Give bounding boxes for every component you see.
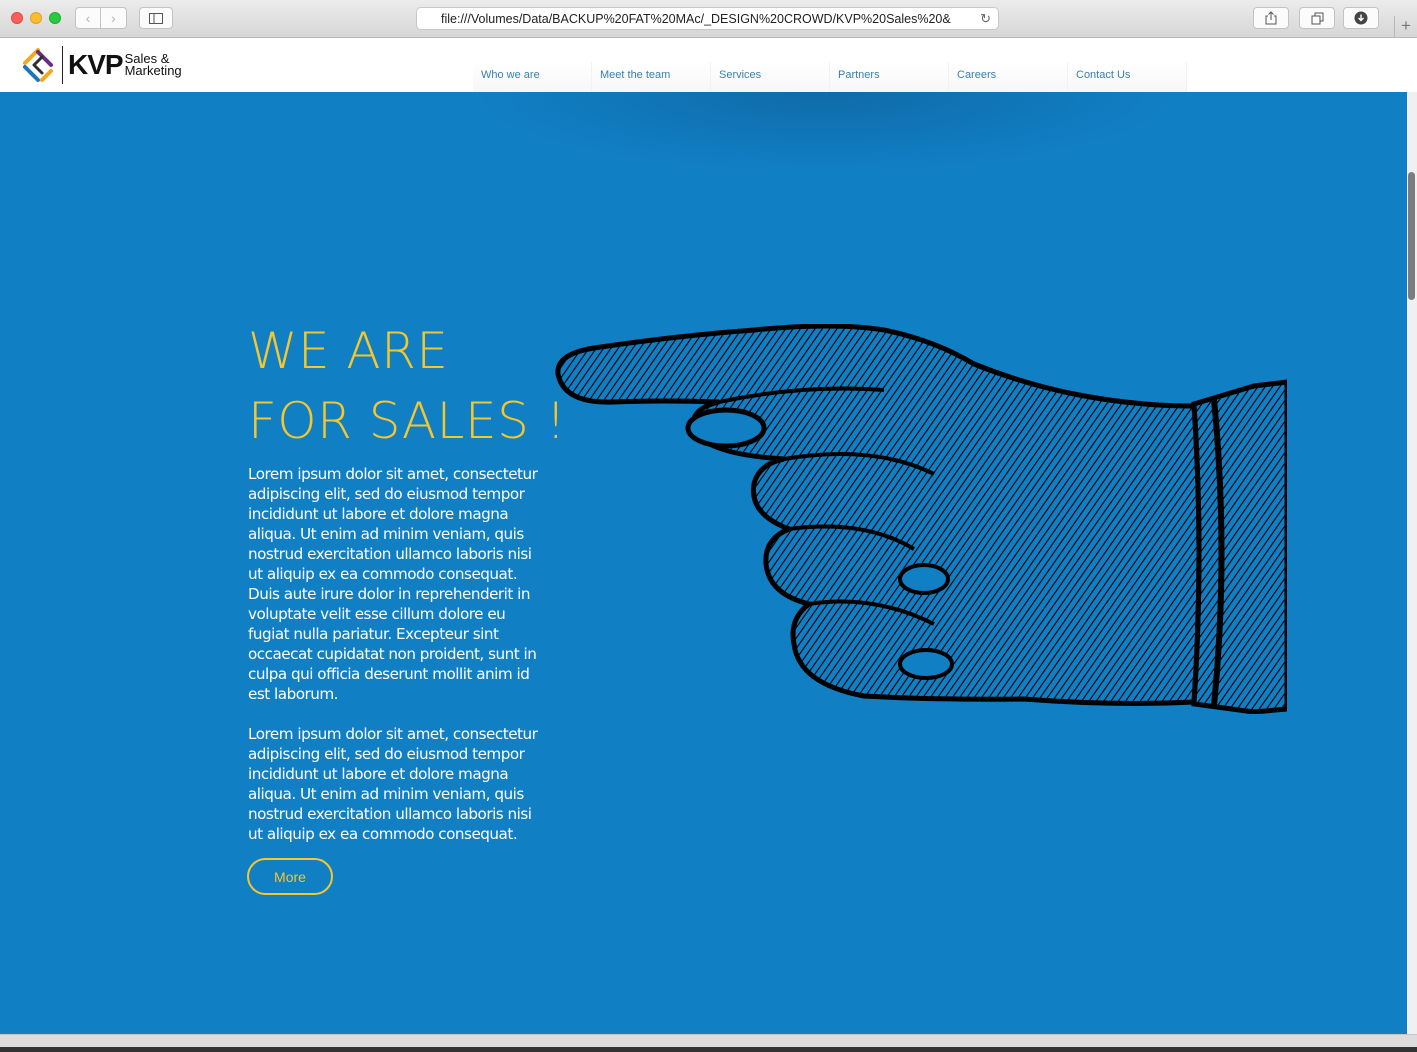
browser-toolbar: ‹ › file:///Volumes/Data/BACKUP%20FAT%20…	[0, 0, 1417, 38]
back-icon: ‹	[85, 10, 91, 26]
nav-who-we-are[interactable]: Who we are	[473, 62, 592, 92]
main-nav: Who we are Meet the team Services Partne…	[473, 62, 1187, 92]
back-button[interactable]: ‹	[75, 7, 101, 29]
zoom-window-button[interactable]	[49, 12, 61, 24]
download-icon	[1354, 11, 1368, 25]
url-text: file:///Volumes/Data/BACKUP%20FAT%20MAc/…	[441, 12, 951, 26]
headline-line2: FOR SALES !	[248, 392, 567, 450]
next-section-edge	[0, 1034, 1417, 1052]
new-tab-icon[interactable]: +	[1394, 16, 1417, 38]
headline-line1: WE ARE	[248, 322, 449, 380]
forward-icon: ›	[111, 10, 116, 26]
page-scrollbar[interactable]	[1407, 92, 1417, 1034]
logo-tagline: Sales & Marketing	[124, 52, 182, 78]
hero-headline: WE ARE FOR SALES !	[248, 316, 566, 456]
nav-shadow	[470, 92, 1180, 172]
logo-divider	[62, 46, 63, 84]
reload-icon[interactable]: ↻	[980, 11, 991, 27]
logo-diamond-icon	[23, 48, 53, 82]
share-icon	[1265, 11, 1277, 25]
sidebar-toggle-button[interactable]	[139, 7, 173, 29]
hero-paragraph-2: Lorem ipsum dolor sit amet, consectetur …	[248, 725, 538, 843]
more-button[interactable]: More	[247, 858, 333, 895]
tabs-icon	[1311, 12, 1323, 24]
minimize-window-button[interactable]	[30, 12, 42, 24]
close-window-button[interactable]	[11, 12, 23, 24]
address-bar[interactable]: file:///Volumes/Data/BACKUP%20FAT%20MAc/…	[416, 7, 999, 30]
share-button[interactable]	[1253, 7, 1289, 29]
site-header: KVP Sales & Marketing Who we are Meet th…	[0, 38, 1417, 92]
forward-button[interactable]: ›	[101, 7, 127, 29]
hero-section: WE ARE FOR SALES ! Lorem ipsum dolor sit…	[0, 92, 1407, 1034]
downloads-button[interactable]	[1343, 7, 1379, 29]
nav-services[interactable]: Services	[711, 62, 830, 92]
nav-meet-the-team[interactable]: Meet the team	[592, 62, 711, 92]
logo[interactable]: KVP Sales & Marketing	[20, 45, 182, 85]
scrollbar-thumb[interactable]	[1408, 172, 1415, 300]
nav-careers[interactable]: Careers	[949, 62, 1068, 92]
hero-paragraph-1: Lorem ipsum dolor sit amet, consectetur …	[248, 465, 538, 703]
sidebar-icon	[149, 12, 163, 24]
logo-kvp-text: KVP	[68, 49, 124, 80]
show-tabs-button[interactable]	[1299, 7, 1335, 29]
nav-contact-us[interactable]: Contact Us	[1068, 62, 1187, 92]
logo-line2: Marketing	[124, 63, 182, 78]
pointing-hand-illustration	[555, 324, 1287, 714]
nav-partners[interactable]: Partners	[830, 62, 949, 92]
